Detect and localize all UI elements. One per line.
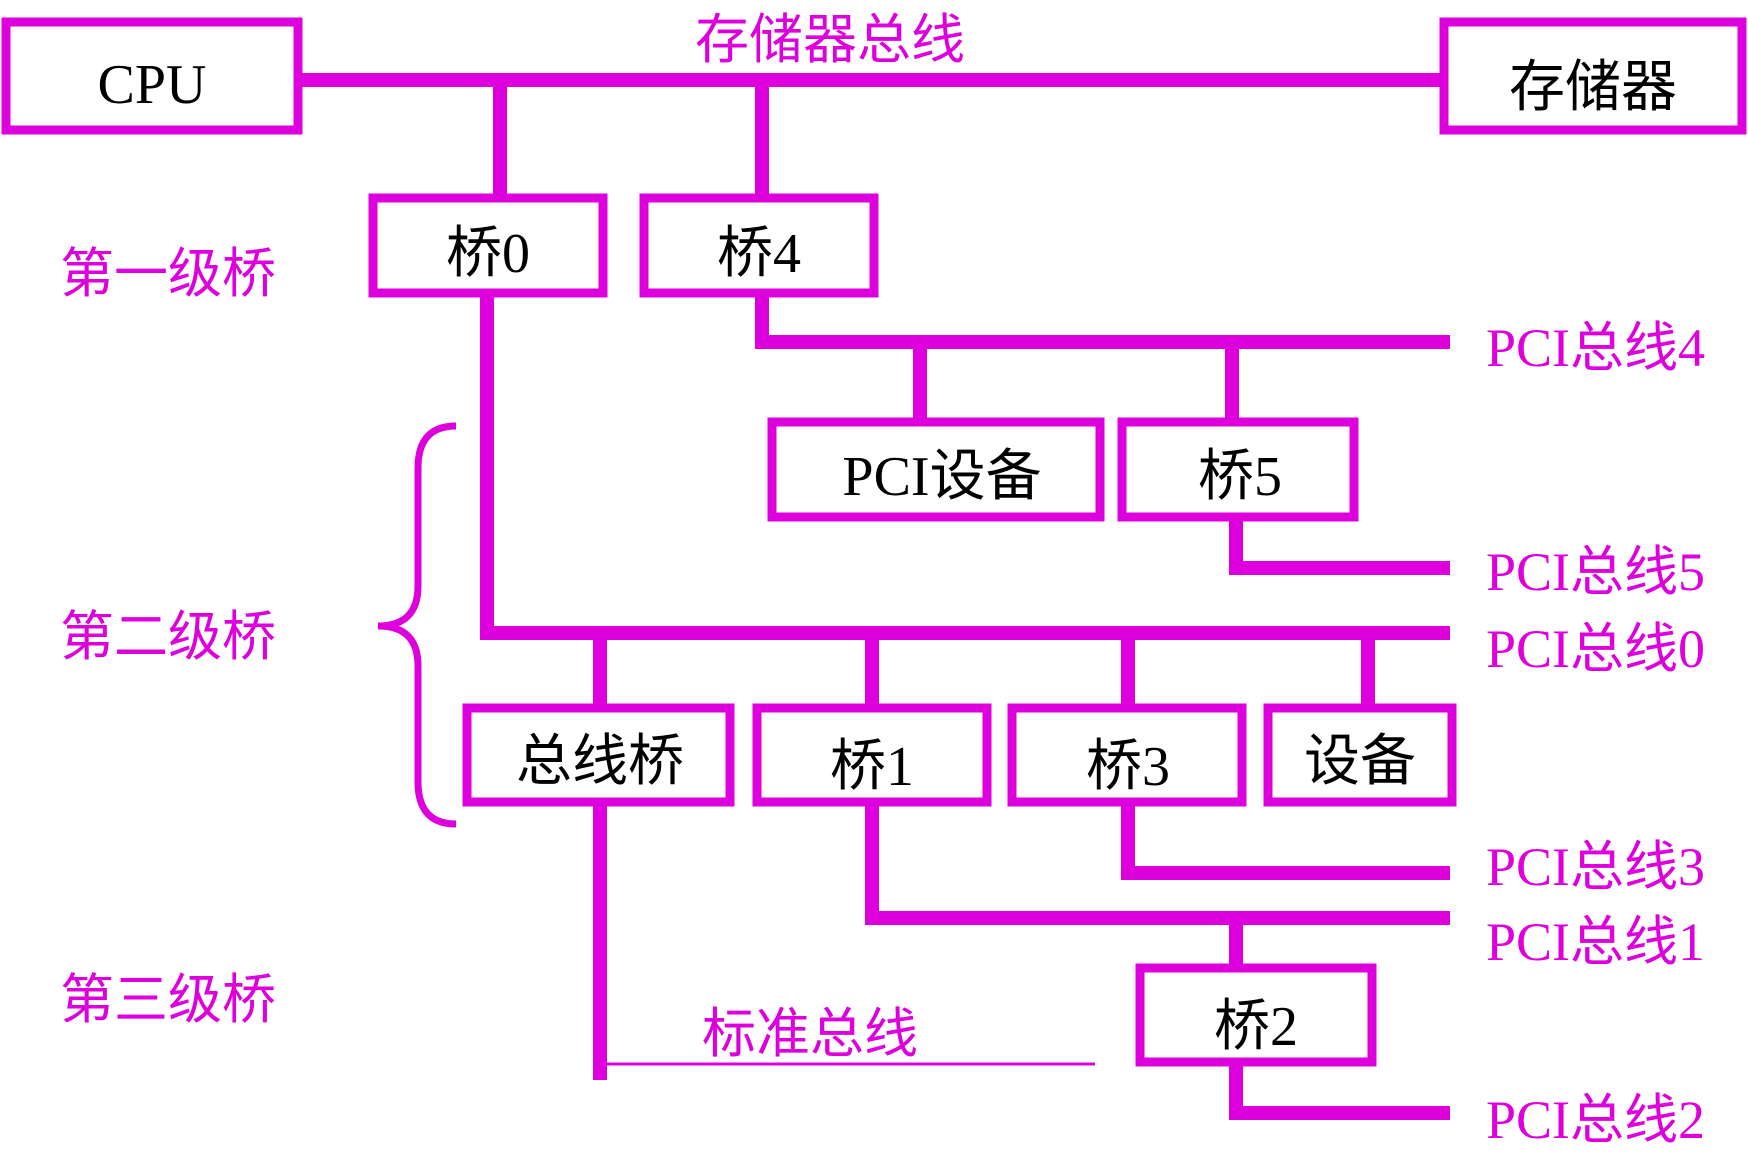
pci-device-label: PCI设备	[842, 446, 1041, 508]
pci-bus-2-line	[1229, 1062, 1450, 1120]
level3-label: 第三级桥	[60, 970, 276, 1030]
pci-bus-4-label: PCI总线4	[1486, 318, 1705, 378]
level1-label: 第一级桥	[60, 244, 276, 304]
cpu-label: CPU	[98, 54, 207, 116]
pci-bus-5-label: PCI总线5	[1486, 542, 1705, 602]
memory-label: 存储器	[1509, 57, 1677, 119]
pci-bus-0-label: PCI总线0	[1486, 619, 1705, 679]
pci-bus-3-line	[1121, 802, 1450, 880]
pci-bus-1-label: PCI总线1	[1486, 912, 1705, 972]
device-label: 设备	[1304, 731, 1416, 793]
pci-bus-5-line	[1229, 517, 1450, 575]
bridge1-label: 桥1	[830, 736, 914, 798]
bridge2-label: 桥2	[1214, 996, 1298, 1058]
standard-bus-label: 标准总线	[702, 1004, 918, 1064]
level2-brace	[377, 422, 457, 828]
bridge5-label: 桥5	[1198, 446, 1282, 508]
bridge4-label: 桥4	[717, 223, 801, 285]
bridge3-label: 桥3	[1086, 736, 1170, 798]
memory-bus-label: 存储器总线	[695, 10, 965, 70]
pci-bus-4-line	[755, 293, 1450, 349]
bus-hierarchy-diagram: CPU 存储器 桥0 桥4 PCI设备 桥5 总线桥 桥1 桥3 设备 桥2 存…	[1, 10, 1747, 1150]
bridge0-label: 桥0	[446, 223, 530, 285]
bus-bridge-label: 总线桥	[516, 731, 684, 793]
level2-label: 第二级桥	[60, 607, 276, 667]
pci-bus-2-label: PCI总线2	[1486, 1090, 1705, 1150]
pci-bus-1-line	[865, 802, 1450, 925]
pci-bus-3-label: PCI总线3	[1486, 837, 1705, 897]
